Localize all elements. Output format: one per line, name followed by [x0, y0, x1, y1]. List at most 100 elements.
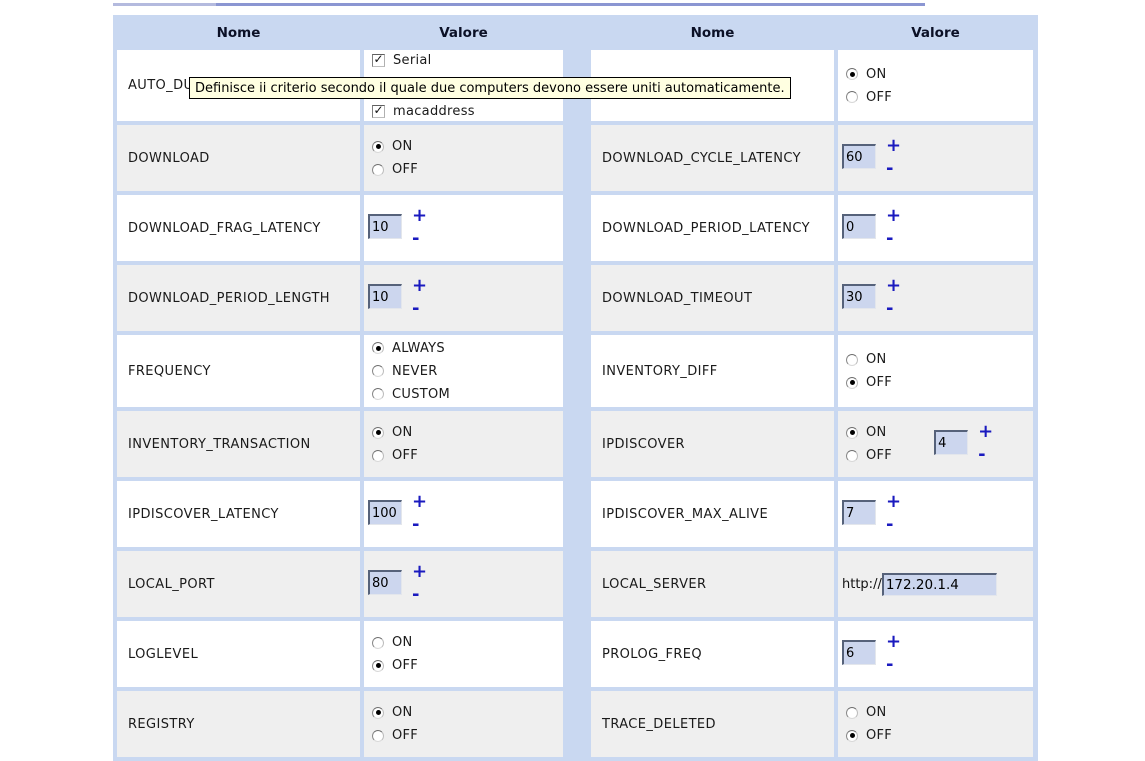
radio-icon[interactable] — [372, 730, 384, 742]
radio-icon[interactable] — [372, 342, 384, 354]
number-input[interactable] — [934, 430, 968, 455]
increment-button[interactable]: + — [412, 209, 427, 223]
radio-icon[interactable] — [372, 388, 384, 400]
radio-icon[interactable] — [846, 730, 858, 742]
radio-option[interactable]: CUSTOM — [372, 384, 450, 404]
number-input[interactable] — [842, 640, 876, 665]
config-table: Nome Valore Nome Valore AUTO_DUP✓Serial✓… — [113, 15, 1038, 761]
radio-dot — [376, 663, 381, 668]
checkbox-icon[interactable]: ✓ — [372, 54, 385, 67]
radio-option[interactable]: OFF — [846, 726, 892, 746]
decrement-button[interactable]: - — [886, 658, 893, 672]
radio-option[interactable]: ON — [372, 703, 418, 723]
radio-icon[interactable] — [372, 427, 384, 439]
radio-option[interactable]: OFF — [372, 446, 418, 466]
radio-icon[interactable] — [372, 365, 384, 377]
radio-icon[interactable] — [372, 450, 384, 462]
config-name-cell: DOWNLOAD — [117, 125, 360, 191]
radio-icon[interactable] — [372, 660, 384, 672]
increment-button[interactable]: + — [978, 425, 993, 439]
radio-icon[interactable] — [846, 427, 858, 439]
increment-button[interactable]: + — [886, 635, 901, 649]
radio-icon[interactable] — [846, 377, 858, 389]
config-name-cell: IPDISCOVER_LATENCY — [117, 481, 360, 547]
config-name-label: FREQUENCY — [128, 364, 211, 379]
radio-option-label: ON — [392, 139, 413, 154]
top-rule-dark — [216, 3, 925, 6]
decrement-button[interactable]: - — [886, 518, 893, 532]
number-stepper: +- — [368, 281, 426, 315]
radio-icon[interactable] — [372, 141, 384, 153]
radio-icon[interactable] — [372, 637, 384, 649]
radio-option[interactable]: OFF — [372, 656, 418, 676]
checkbox-icon[interactable]: ✓ — [372, 105, 385, 118]
config-name-cell: LOCAL_PORT — [117, 551, 360, 617]
decrement-button[interactable]: - — [412, 518, 419, 532]
increment-button[interactable]: + — [886, 139, 901, 153]
radio-option[interactable]: ON — [846, 423, 892, 443]
checkmark-glyph: ✓ — [373, 105, 383, 115]
radio-option[interactable]: ON — [846, 703, 892, 723]
config-name-label: LOGLEVEL — [128, 647, 198, 662]
decrement-button[interactable]: - — [978, 448, 985, 462]
server-address-input[interactable] — [882, 573, 997, 596]
config-name-label: PROLOG_FREQ — [602, 647, 702, 662]
config-name-label: IPDISCOVER_LATENCY — [128, 507, 279, 522]
radio-option[interactable]: ON — [846, 350, 892, 370]
number-input[interactable] — [368, 284, 402, 309]
config-row: LOCAL_PORT+-LOCAL_SERVERhttp:// — [117, 551, 1034, 617]
number-input[interactable] — [368, 570, 402, 595]
radio-option-label: OFF — [866, 375, 892, 390]
stepper-buttons: +- — [886, 141, 900, 175]
column-spacer — [563, 125, 591, 191]
header-nome-right: Nome — [591, 19, 834, 46]
increment-button[interactable]: + — [886, 209, 901, 223]
increment-button[interactable]: + — [886, 279, 901, 293]
radio-icon[interactable] — [846, 354, 858, 366]
number-input[interactable] — [842, 144, 876, 169]
checkbox-option[interactable]: ✓macaddress — [372, 101, 475, 121]
table-header-row: Nome Valore Nome Valore — [117, 19, 1034, 46]
radio-group: ON OFF — [846, 350, 892, 393]
radio-option[interactable]: OFF — [372, 726, 418, 746]
config-value-cell: ON OFF — [364, 411, 563, 477]
radio-option[interactable]: ON — [846, 64, 892, 84]
radio-icon[interactable] — [846, 91, 858, 103]
decrement-button[interactable]: - — [412, 232, 419, 246]
radio-icon[interactable] — [372, 164, 384, 176]
increment-button[interactable]: + — [412, 279, 427, 293]
increment-button[interactable]: + — [412, 495, 427, 509]
number-input[interactable] — [842, 214, 876, 239]
radio-icon[interactable] — [846, 68, 858, 80]
decrement-button[interactable]: - — [886, 302, 893, 316]
stepper-buttons: +- — [886, 637, 900, 671]
number-input[interactable] — [368, 214, 402, 239]
radio-icon[interactable] — [846, 707, 858, 719]
radio-option[interactable]: ALWAYS — [372, 338, 450, 358]
increment-button[interactable]: + — [886, 495, 901, 509]
number-input[interactable] — [842, 500, 876, 525]
number-input[interactable] — [842, 284, 876, 309]
decrement-button[interactable]: - — [412, 302, 419, 316]
number-stepper: +- — [368, 567, 426, 601]
decrement-button[interactable]: - — [886, 232, 893, 246]
column-spacer — [563, 195, 591, 261]
radio-option[interactable]: OFF — [846, 446, 892, 466]
radio-icon[interactable] — [846, 450, 858, 462]
radio-icon[interactable] — [372, 707, 384, 719]
decrement-button[interactable]: - — [886, 162, 893, 176]
stepper-buttons: +- — [412, 281, 426, 315]
checkbox-option[interactable]: ✓ Serial — [372, 50, 475, 70]
radio-option[interactable]: ON — [372, 423, 418, 443]
radio-option[interactable]: OFF — [846, 373, 892, 393]
number-input[interactable] — [368, 500, 402, 525]
radio-option[interactable]: OFF — [846, 87, 892, 107]
radio-option[interactable]: OFF — [372, 160, 418, 180]
checkbox-option-label: Serial — [393, 53, 432, 68]
radio-option[interactable]: ON — [372, 137, 418, 157]
decrement-button[interactable]: - — [412, 588, 419, 602]
radio-option[interactable]: NEVER — [372, 361, 450, 381]
config-value-cell: +- — [838, 265, 1033, 331]
radio-option[interactable]: ON — [372, 633, 418, 653]
increment-button[interactable]: + — [412, 565, 427, 579]
